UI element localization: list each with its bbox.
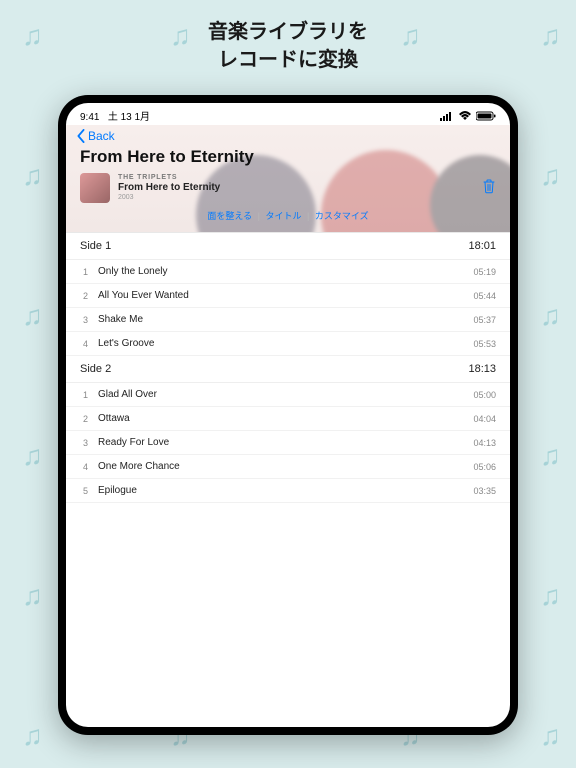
status-time: 9:41 <box>80 112 99 123</box>
track-row[interactable]: 4 One More Chance 05:06 <box>66 455 510 479</box>
track-number: 4 <box>80 339 88 349</box>
status-right <box>440 111 496 121</box>
track-duration: 04:13 <box>473 438 496 448</box>
track-number: 1 <box>80 390 88 400</box>
battery-icon <box>476 111 496 121</box>
track-name: Ready For Love <box>98 437 463 448</box>
track-row[interactable]: 1 Glad All Over 05:00 <box>66 383 510 407</box>
track-duration: 05:19 <box>473 267 496 277</box>
track-name: Glad All Over <box>98 389 463 400</box>
status-bar: 9:41 土 13 1月 <box>66 103 510 125</box>
back-label: Back <box>88 129 115 143</box>
track-name: Let's Groove <box>98 338 463 349</box>
album-name: From Here to Eternity <box>118 182 474 194</box>
track-row[interactable]: 1 Only the Lonely 05:19 <box>66 260 510 284</box>
track-duration: 03:35 <box>473 486 496 496</box>
track-duration: 05:53 <box>473 339 496 349</box>
album-artist: The Triplets <box>118 174 474 182</box>
separator: | <box>307 211 309 221</box>
track-row[interactable]: 2 Ottawa 04:04 <box>66 407 510 431</box>
promo-title: 音楽ライブラリを レコードに変換 <box>0 18 576 74</box>
side-duration: 18:01 <box>468 240 496 252</box>
track-duration: 04:04 <box>473 414 496 424</box>
wifi-icon <box>458 111 472 121</box>
track-number: 2 <box>80 291 88 301</box>
separator: | <box>258 211 260 221</box>
track-row[interactable]: 4 Let's Groove 05:53 <box>66 332 510 356</box>
track-duration: 05:44 <box>473 291 496 301</box>
device-screen: 9:41 土 13 1月 Ba <box>66 103 510 727</box>
album-meta: The Triplets From Here to Eternity 2003 <box>118 174 474 202</box>
side-header: Side 1 18:01 <box>66 232 510 260</box>
track-row[interactable]: 3 Shake Me 05:37 <box>66 308 510 332</box>
action-title[interactable]: タイトル <box>265 211 301 221</box>
album-artwork[interactable] <box>80 173 110 203</box>
side-duration: 18:13 <box>468 363 496 375</box>
side-label: Side 2 <box>80 363 111 375</box>
track-number: 3 <box>80 438 88 448</box>
track-row[interactable]: 3 Ready For Love 04:13 <box>66 431 510 455</box>
status-date: 土 13 1月 <box>108 112 150 123</box>
back-button[interactable]: Back <box>66 125 510 145</box>
trash-icon <box>482 178 496 194</box>
track-number: 5 <box>80 486 88 496</box>
track-name: Shake Me <box>98 314 463 325</box>
track-number: 2 <box>80 414 88 424</box>
action-adjust[interactable]: 面を整える <box>207 211 252 221</box>
track-duration: 05:00 <box>473 390 496 400</box>
track-name: Ottawa <box>98 413 463 424</box>
side-header: Side 2 18:13 <box>66 356 510 383</box>
album-header: Back From Here to Eternity The Triplets … <box>66 125 510 232</box>
album-year: 2003 <box>118 194 474 202</box>
device-frame: 9:41 土 13 1月 Ba <box>58 95 518 735</box>
action-links: 面を整える | タイトル | カスタマイズ <box>66 207 510 226</box>
track-duration: 05:06 <box>473 462 496 472</box>
track-name: Only the Lonely <box>98 266 463 277</box>
track-row[interactable]: 5 Epilogue 03:35 <box>66 479 510 503</box>
album-info-row: The Triplets From Here to Eternity 2003 <box>66 173 510 207</box>
track-number: 4 <box>80 462 88 472</box>
action-customize[interactable]: カスタマイズ <box>315 211 369 221</box>
track-duration: 05:37 <box>473 315 496 325</box>
track-list: Side 1 18:01 1 Only the Lonely 05:19 2 A… <box>66 232 510 727</box>
track-name: Epilogue <box>98 485 463 496</box>
chevron-left-icon <box>76 129 86 143</box>
track-row[interactable]: 2 All You Ever Wanted 05:44 <box>66 284 510 308</box>
track-name: One More Chance <box>98 461 463 472</box>
delete-button[interactable] <box>482 178 496 199</box>
page-title: From Here to Eternity <box>66 145 510 173</box>
track-number: 1 <box>80 267 88 277</box>
status-left: 9:41 土 13 1月 <box>80 108 150 123</box>
side-label: Side 1 <box>80 240 111 252</box>
track-name: All You Ever Wanted <box>98 290 463 301</box>
signal-icon <box>440 111 454 121</box>
track-number: 3 <box>80 315 88 325</box>
